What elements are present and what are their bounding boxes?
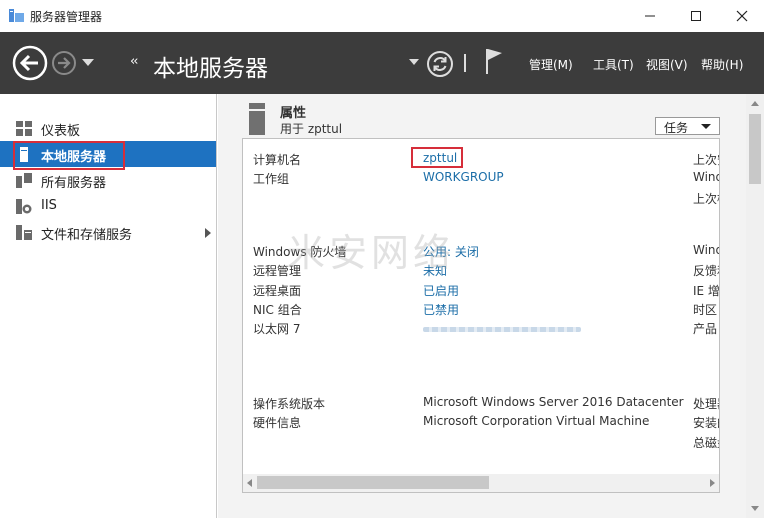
sidebar-item-label: IIS bbox=[41, 198, 57, 213]
property-label: 以太网 7 bbox=[253, 322, 301, 336]
scroll-up-icon[interactable] bbox=[751, 101, 759, 106]
scroll-right-icon[interactable] bbox=[710, 479, 715, 487]
property-label: 远程桌面 bbox=[253, 284, 302, 298]
chevron-down-icon bbox=[701, 124, 711, 129]
menu-tools[interactable]: 工具(T) bbox=[593, 56, 634, 73]
firewall-link[interactable]: 公用: 关闭 bbox=[423, 243, 479, 260]
menu-help[interactable]: 帮助(H) bbox=[701, 56, 743, 73]
property-label: 处理器 bbox=[693, 397, 719, 411]
property-label: 远程管理 bbox=[253, 264, 302, 278]
property-label: 时区 bbox=[693, 303, 718, 317]
storage-icon bbox=[16, 225, 32, 240]
servers-icon bbox=[16, 173, 32, 188]
sidebar-item-file-storage[interactable]: 文件和存储服务 bbox=[0, 219, 216, 245]
property-label: Wind bbox=[693, 170, 719, 184]
property-label: 计算机名 bbox=[253, 153, 302, 167]
main-content: 属性 用于 zpttul 任务 计算机名 zpttul 工作组 WORKGROU… bbox=[218, 94, 764, 518]
property-label: 上次检 bbox=[693, 192, 719, 206]
close-icon bbox=[736, 10, 748, 22]
properties-panel: 计算机名 zpttul 工作组 WORKGROUP Windows 防火墙 公用… bbox=[242, 138, 720, 493]
sidebar-item-all-servers[interactable]: 所有服务器 bbox=[0, 167, 216, 193]
sidebar-item-label: 所有服务器 bbox=[41, 176, 107, 191]
chevron-down-icon[interactable] bbox=[409, 59, 419, 67]
minimize-icon bbox=[645, 15, 655, 17]
sidebar-item-label: 文件和存储服务 bbox=[41, 228, 133, 243]
nic-teaming-link[interactable]: 已禁用 bbox=[423, 301, 459, 318]
sidebar-item-label: 仪表板 bbox=[41, 124, 81, 139]
sidebar-item-iis[interactable]: IIS bbox=[0, 193, 216, 219]
back-arrow-icon[interactable] bbox=[12, 45, 48, 81]
window-title: 服务器管理器 bbox=[30, 10, 103, 24]
property-label: 硬件信息 bbox=[253, 416, 302, 430]
remote-desktop-link[interactable]: 已启用 bbox=[423, 282, 459, 299]
property-label: Windows 防火墙 bbox=[253, 245, 347, 259]
chevron-down-icon[interactable] bbox=[82, 59, 94, 67]
breadcrumb-arrows: ‹‹ bbox=[130, 54, 139, 69]
property-label: NIC 组合 bbox=[253, 303, 302, 317]
property-value: Microsoft Windows Server 2016 Datacenter bbox=[423, 395, 684, 409]
highlight-box bbox=[13, 141, 125, 170]
workgroup-link[interactable]: WORKGROUP bbox=[423, 170, 504, 184]
maximize-button[interactable] bbox=[674, 4, 718, 28]
property-value: Microsoft Corporation Virtual Machine bbox=[423, 414, 650, 428]
property-label: IE 增 bbox=[693, 284, 720, 298]
menu-manage[interactable]: 管理(M) bbox=[529, 56, 573, 73]
properties-icon bbox=[249, 103, 265, 135]
vertical-scrollbar[interactable] bbox=[746, 94, 764, 518]
property-label: 总磁盘 bbox=[693, 436, 719, 450]
property-label: 产品 bbox=[693, 322, 718, 336]
scroll-left-icon[interactable] bbox=[247, 479, 252, 487]
ethernet-value-blurred[interactable] bbox=[423, 327, 581, 332]
scrollbar-thumb[interactable] bbox=[749, 114, 761, 184]
title-bar: 服务器管理器 bbox=[0, 0, 764, 32]
property-label: 操作系统版本 bbox=[253, 397, 326, 411]
chevron-right-icon[interactable] bbox=[205, 228, 211, 238]
remote-management-link[interactable]: 未知 bbox=[423, 262, 447, 279]
sidebar: 仪表板 本地服务器 所有服务器 IIS 文件和存储服务 bbox=[0, 94, 217, 518]
close-button[interactable] bbox=[720, 4, 764, 28]
maximize-icon bbox=[691, 11, 701, 21]
refresh-icon[interactable] bbox=[426, 50, 454, 78]
property-label: 安装的 bbox=[693, 416, 719, 430]
sidebar-item-dashboard[interactable]: 仪表板 bbox=[0, 115, 216, 141]
menu-view[interactable]: 视图(V) bbox=[646, 56, 688, 73]
tasks-dropdown[interactable]: 任务 bbox=[655, 117, 720, 135]
server-manager-icon bbox=[9, 9, 24, 22]
flag-icon[interactable] bbox=[484, 48, 504, 74]
horizontal-scrollbar[interactable] bbox=[243, 474, 719, 492]
header-divider bbox=[464, 54, 466, 72]
scrollbar-thumb[interactable] bbox=[257, 476, 489, 489]
iis-icon bbox=[16, 199, 32, 214]
forward-arrow-icon[interactable] bbox=[51, 50, 77, 76]
property-label: 工作组 bbox=[253, 172, 290, 186]
property-label: 反馈和 bbox=[693, 264, 719, 278]
minimize-button[interactable] bbox=[628, 4, 672, 28]
highlight-box bbox=[411, 147, 463, 168]
scroll-down-icon[interactable] bbox=[751, 506, 759, 511]
section-subtitle: 用于 zpttul bbox=[280, 122, 343, 136]
page-title: 本地服务器 bbox=[153, 56, 268, 82]
dashboard-icon bbox=[16, 121, 32, 136]
section-title: 属性 bbox=[280, 106, 307, 121]
property-label: Wind bbox=[693, 243, 719, 257]
header-bar: ‹‹ 本地服务器 管理(M) 工具(T) 视图(V) 帮助(H) bbox=[0, 32, 764, 94]
property-label: 上次安 bbox=[693, 153, 719, 167]
tasks-label: 任务 bbox=[664, 121, 689, 135]
